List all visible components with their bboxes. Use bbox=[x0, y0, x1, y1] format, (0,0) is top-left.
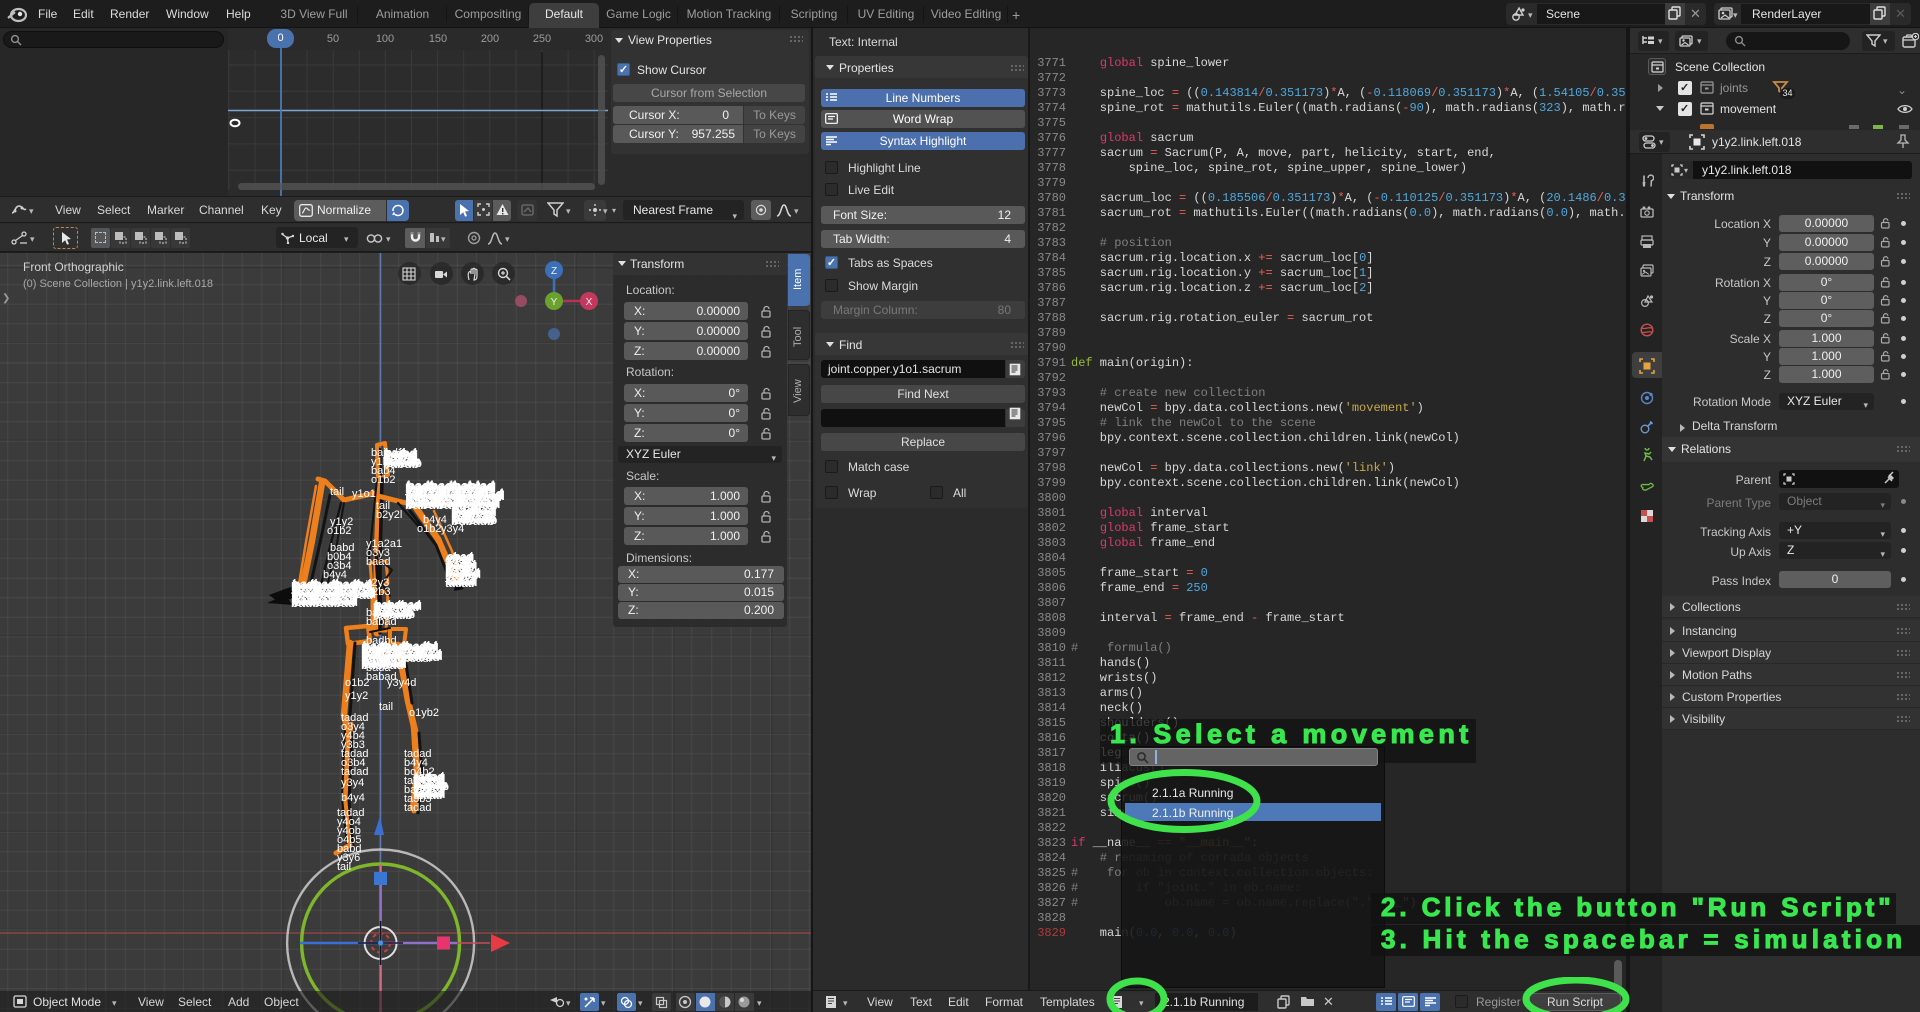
svg-text:tail: tail bbox=[379, 701, 393, 713]
svg-text:o1yb2: o1yb2 bbox=[409, 707, 439, 719]
svg-text:tail: tail bbox=[330, 486, 344, 498]
svg-text:babad: babad bbox=[366, 616, 397, 628]
svg-text:o1b2: o1b2 bbox=[371, 474, 395, 486]
svg-text:b4y4: b4y4 bbox=[341, 792, 365, 804]
svg-text:y3y4: y3y4 bbox=[441, 523, 464, 535]
svg-text:o1b2: o1b2 bbox=[327, 525, 351, 537]
svg-text:Z: Z bbox=[551, 266, 557, 277]
svg-text:tadad: tadad bbox=[447, 575, 476, 587]
svg-text:baad: baad bbox=[366, 556, 390, 568]
svg-text:X: X bbox=[586, 297, 593, 308]
svg-text:b4y4: b4y4 bbox=[323, 569, 347, 581]
svg-text:tail: tail bbox=[337, 861, 351, 873]
svg-text:o1b2: o1b2 bbox=[345, 677, 369, 689]
svg-text:o2b3: o2b3 bbox=[366, 586, 390, 598]
svg-text:y3y4: y3y4 bbox=[341, 777, 364, 789]
svg-text:bbadl: bbadl bbox=[404, 653, 431, 665]
svg-text:tadad: tadad bbox=[404, 802, 432, 814]
svg-text:y1o1: y1o1 bbox=[352, 488, 376, 500]
svg-text:o1b2: o1b2 bbox=[417, 523, 441, 535]
svg-text:badbadbad: badbadbad bbox=[293, 593, 357, 607]
svg-text:Y: Y bbox=[551, 297, 558, 308]
svg-text:y1y2: y1y2 bbox=[345, 690, 368, 702]
svg-text:y3y4d: y3y4d bbox=[387, 677, 416, 689]
svg-text:b2y2l: b2y2l bbox=[376, 509, 402, 521]
